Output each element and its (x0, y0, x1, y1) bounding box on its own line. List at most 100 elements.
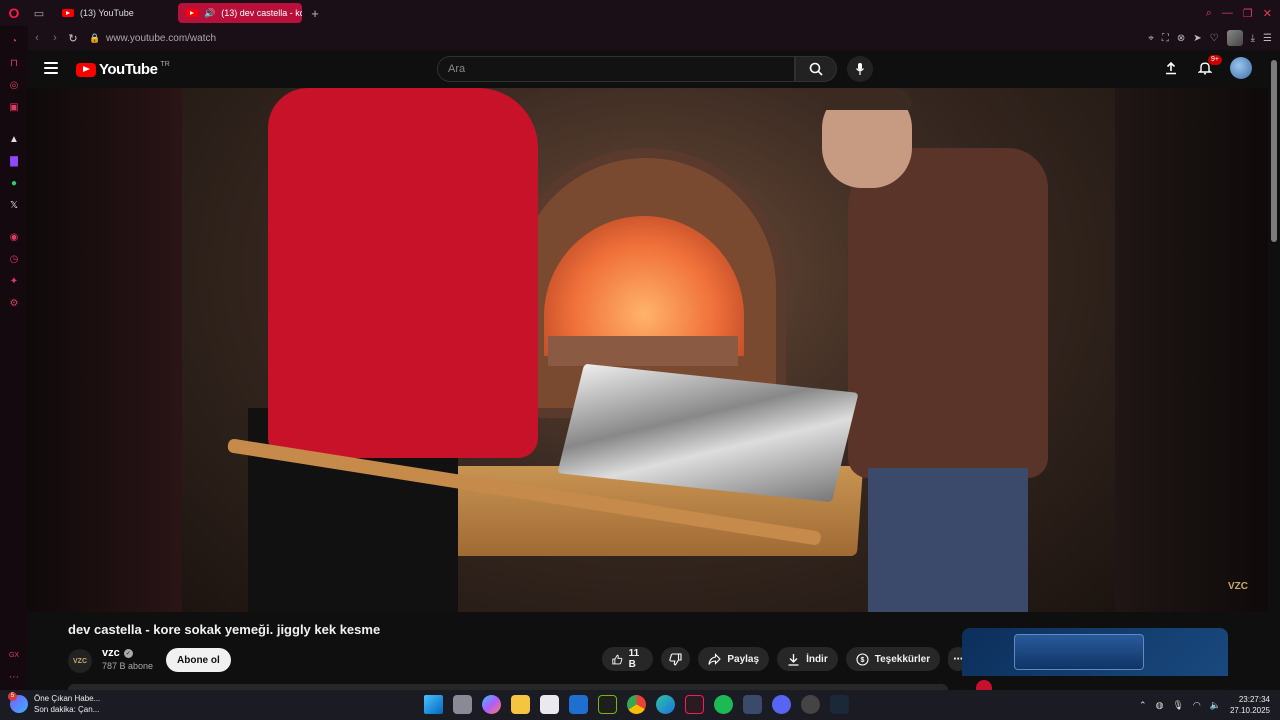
speaker-icon[interactable]: 🔊 (204, 8, 215, 19)
profile-avatar[interactable] (1226, 30, 1243, 46)
task-view-icon[interactable] (453, 695, 472, 714)
subscribe-button[interactable]: Abone ol (166, 648, 231, 672)
youtube-logo[interactable]: YouTube TR (76, 61, 170, 78)
forward-button[interactable]: › (46, 32, 64, 44)
channel-name[interactable]: vzc (102, 647, 120, 659)
upload-icon (1166, 61, 1176, 75)
lock-icon[interactable]: 🔒 (88, 33, 102, 44)
clock[interactable]: 23:27:34 27.10.2025 (1230, 694, 1270, 716)
heart-icon[interactable]: ♡ (1210, 33, 1219, 44)
easy-setup-icon[interactable]: ☰ (1263, 33, 1272, 44)
whatsapp-icon[interactable]: ● (7, 176, 21, 190)
extensions-icon[interactable]: ✦ (7, 274, 21, 288)
address-bar: ‹ › ↻ 🔒 www.youtube.com/watch ⌖ ⛶ ⊗ ➤ ♡ … (28, 26, 1280, 50)
volume-icon[interactable]: 🔈 (1210, 700, 1221, 711)
chrome-icon[interactable] (627, 695, 646, 714)
microphone-tray-icon[interactable]: 🎙 (1172, 700, 1183, 711)
edge-icon[interactable] (656, 695, 675, 714)
scrollbar-thumb[interactable] (1271, 60, 1277, 242)
thanks-label: Teşekkürler (874, 653, 931, 665)
news-subtitle: Son dakika: Çan... (34, 705, 100, 714)
sidebar-ad[interactable] (962, 628, 1228, 690)
account-avatar[interactable] (1230, 57, 1252, 79)
copilot-icon[interactable] (482, 695, 501, 714)
history-icon[interactable]: ◷ (7, 252, 21, 266)
video-title: dev castella - kore sokak yemeği. jiggly… (68, 622, 381, 637)
reload-button[interactable]: ↻ (64, 32, 82, 45)
app-icon[interactable] (743, 695, 762, 714)
news-widget[interactable]: 5 Öne Çıkan Habe... Son dakika: Çan... (8, 692, 100, 715)
header-actions: 9+ (1162, 55, 1252, 79)
new-tab-button[interactable]: + (306, 6, 324, 21)
nvidia-icon[interactable] (598, 695, 617, 714)
opera-logo-icon[interactable]: O (0, 0, 28, 26)
like-button[interactable]: 11 B (602, 647, 654, 671)
screen: O ▭ (13) YouTube 🔊 (13) dev castella - k… (0, 0, 1280, 720)
settings-icon[interactable]: ⚙ (7, 296, 21, 310)
minimize-button[interactable]: — (1222, 7, 1233, 19)
more-icon[interactable]: ⋯ (7, 670, 21, 684)
channel-name-wrap[interactable]: vzc ✓ (102, 647, 133, 659)
github-icon[interactable] (801, 695, 820, 714)
wifi-icon[interactable]: ◠ (1193, 700, 1201, 711)
channel-watermark[interactable]: VZC (1228, 581, 1248, 592)
chevron-up-icon[interactable]: ⌃ (1139, 700, 1147, 711)
discord-icon[interactable] (772, 695, 791, 714)
thanks-button[interactable]: $ Teşekkürler (845, 647, 941, 671)
news-icon[interactable]: ▣ (7, 100, 21, 114)
twitch-icon[interactable]: ▇ (7, 154, 21, 168)
x-icon[interactable]: 𝕏 (7, 198, 21, 212)
tab-video[interactable]: 🔊 (13) dev castella - kore (178, 3, 302, 23)
download-label: İndir (806, 653, 828, 665)
url-field[interactable]: www.youtube.com/watch (106, 33, 216, 44)
restore-button[interactable]: ❐ (1243, 7, 1253, 20)
gx-icon[interactable]: GX (7, 648, 21, 662)
steam-icon[interactable] (830, 695, 849, 714)
widgets-icon: 5 (8, 692, 28, 713)
like-count: 11 B (628, 648, 640, 670)
store-icon[interactable] (540, 695, 559, 714)
pin-icon[interactable]: ⌖ (1148, 33, 1154, 44)
clock-date: 27.10.2025 (1229, 706, 1270, 715)
video-player[interactable]: VZC (28, 88, 1268, 612)
opera-gx-icon[interactable] (685, 695, 704, 714)
send-icon[interactable]: ➤ (1193, 33, 1201, 44)
start-icon[interactable] (424, 695, 443, 714)
search-input[interactable] (448, 63, 794, 75)
notification-badge: 9+ (1208, 55, 1222, 65)
download-button[interactable]: İndir (777, 647, 838, 671)
share-button[interactable]: Paylaş (698, 647, 770, 671)
voice-search-button[interactable] (847, 56, 873, 82)
opera-sidebar: ◔ ⊓ ◎ ▣ ▲ ▇ ● 𝕏 ◉ ◷ ✦ ⚙ GX ⋯ (0, 26, 28, 690)
window-controls: ⌕ — ❐ ✕ (1206, 0, 1272, 26)
youtube-favicon-icon (62, 9, 74, 17)
channel-avatar[interactable]: VZC (68, 649, 92, 673)
workspaces-icon[interactable]: ▭ (28, 0, 50, 26)
microphone-icon (856, 63, 864, 75)
youtube-header: YouTube TR 9+ (28, 50, 1268, 88)
file-explorer-icon[interactable] (511, 695, 530, 714)
browser-tab-strip: O ▭ (13) YouTube 🔊 (13) dev castella - k… (0, 0, 1280, 26)
aria-icon[interactable]: ◔ (7, 34, 21, 48)
messenger-icon[interactable]: ◎ (7, 78, 21, 92)
thumbs-up-icon (612, 654, 623, 664)
dislike-button[interactable] (661, 647, 691, 671)
notifications-button[interactable]: 9+ (1196, 55, 1222, 77)
menu-icon[interactable] (44, 62, 58, 74)
adblock-icon[interactable]: ⊗ (1177, 33, 1185, 44)
spotify-icon[interactable] (714, 695, 733, 714)
page-scrollbar[interactable] (1268, 50, 1280, 690)
tab-youtube[interactable]: (13) YouTube (54, 3, 174, 23)
snapshot-icon[interactable]: ⛶ (1162, 33, 1169, 44)
search-tabs-icon[interactable]: ⌕ (1206, 7, 1212, 20)
download-icon[interactable]: ⤓ (1251, 33, 1255, 44)
music-player-icon[interactable]: ◉ (7, 230, 21, 244)
outlook-icon[interactable] (569, 695, 588, 714)
back-button[interactable]: ‹ (28, 32, 46, 44)
tray-app-icon[interactable]: ◍ (1156, 700, 1164, 711)
bag-icon[interactable]: ⊓ (7, 56, 21, 70)
upload-button[interactable] (1162, 59, 1180, 77)
close-button[interactable]: ✕ (1263, 7, 1272, 20)
app-icon[interactable]: ▲ (7, 132, 21, 146)
search-button[interactable] (795, 56, 837, 82)
